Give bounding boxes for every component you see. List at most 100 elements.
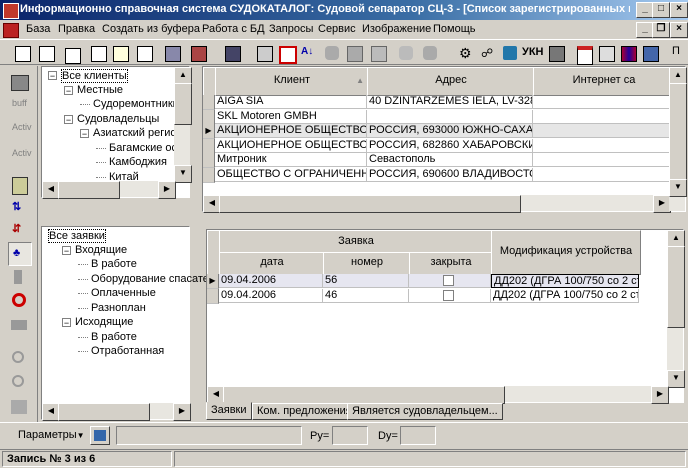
table-view-icon[interactable] <box>596 43 616 63</box>
scroll-right-icon[interactable]: ▶ <box>173 403 191 421</box>
menu-create-from-buffer[interactable]: Создать из буфера <box>102 23 200 35</box>
orders-table-hscroll[interactable]: ◀ ▶ <box>207 386 669 404</box>
view-options-icon[interactable] <box>222 43 242 63</box>
column-header-number[interactable]: номер <box>323 252 411 275</box>
clients-tree-vscroll[interactable]: ▲ ▼ <box>174 67 192 183</box>
mdi-close-button[interactable]: × <box>670 22 688 38</box>
scroll-thumb[interactable] <box>669 83 687 181</box>
scroll-right-icon[interactable]: ▶ <box>158 181 176 199</box>
parameters-button[interactable]: Параметры▼ <box>18 429 85 441</box>
scroll-thumb[interactable] <box>174 83 192 125</box>
column-header-address[interactable]: Адрес <box>367 67 535 96</box>
table-cell[interactable]: 09.04.2006 <box>219 289 323 303</box>
closed-cell[interactable] <box>409 274 491 288</box>
tree-item[interactable]: Разноплан <box>91 302 146 314</box>
clients-tree-hscroll[interactable]: ◀ ▶ <box>42 181 176 199</box>
scroll-thumb[interactable] <box>58 181 120 199</box>
menu-service[interactable]: Сервис <box>318 23 356 35</box>
table-cell[interactable]: ДД202 (ДГРА 100/750 со 2 сте <box>491 289 639 303</box>
closed-cell[interactable] <box>409 289 491 303</box>
tree-item[interactable]: Местные <box>77 84 123 96</box>
orders-table[interactable]: Заявка дата номер закрыта Модификация ус… <box>206 229 685 404</box>
mdi-icon[interactable] <box>3 23 19 38</box>
tree-item[interactable]: Оборудование спасател <box>91 273 215 285</box>
close-button[interactable]: × <box>670 2 688 18</box>
report-icon[interactable] <box>368 43 388 63</box>
orders-tree[interactable]: Все заявки − Входящие В работе Оборудование … <box>41 226 215 421</box>
refresh-icon[interactable] <box>8 290 30 312</box>
table-cell[interactable]: РОССИЯ, 693000 ЮЖНО-САХАЛИН <box>367 124 533 138</box>
table-cell[interactable]: Севастополь <box>367 153 533 167</box>
row-indicator[interactable] <box>203 138 215 154</box>
menu-help[interactable]: Помощь <box>433 23 476 35</box>
parameters-field[interactable] <box>116 426 302 445</box>
ukn-label[interactable]: УКН <box>522 46 544 58</box>
zoom-in-icon[interactable] <box>8 348 30 370</box>
table-cell[interactable]: АКЦИОНЕРНОЕ ОБЩЕСТВО "И <box>215 124 367 138</box>
table-cell[interactable] <box>533 124 673 138</box>
copy-icon[interactable] <box>60 43 81 64</box>
mdi-restore-button[interactable]: ❐ <box>652 22 670 38</box>
table-cell[interactable]: 09.04.2006 <box>219 274 323 288</box>
print-icon[interactable] <box>8 314 30 336</box>
orders-tree-hscroll[interactable]: ◀ ▶ <box>42 403 191 421</box>
scroll-right-icon[interactable]: ▶ <box>651 386 669 404</box>
tree-item[interactable]: Отработанная <box>91 345 164 357</box>
palette-icon[interactable] <box>8 72 30 94</box>
table-cell[interactable] <box>533 167 673 182</box>
database-export-icon[interactable] <box>162 43 182 63</box>
menu-pravka[interactable]: Правка <box>58 23 95 35</box>
buff-label[interactable]: buff <box>12 98 27 108</box>
table-cell[interactable]: 46 <box>323 289 409 303</box>
column-header-client[interactable]: Клиент ▲ <box>215 67 369 96</box>
orders-table-vscroll[interactable]: ▲ ▼ <box>667 230 685 388</box>
tree-expander-icon[interactable]: − <box>62 245 71 255</box>
row-indicator[interactable] <box>207 289 219 304</box>
tree-expander-icon[interactable]: − <box>80 129 89 139</box>
menu-queries[interactable]: Запросы <box>269 23 313 35</box>
tree-item[interactable]: Все заявки <box>48 229 106 243</box>
table-cell[interactable]: 40 DZINTARZEMES IELA, LV-3284 T <box>367 95 533 109</box>
activ-label-1[interactable]: Activ <box>12 122 32 132</box>
scroll-thumb[interactable] <box>667 246 685 328</box>
image-icon[interactable] <box>8 396 30 418</box>
clients-table[interactable]: Клиент ▲ Адрес Интернет са AIGA SIA 40 DZI… <box>202 66 687 213</box>
closed-checkbox[interactable] <box>443 290 454 301</box>
parameters-tools-icon[interactable] <box>90 426 110 445</box>
clients-table-hscroll[interactable]: ◀ ▶ <box>203 195 671 213</box>
index-icon[interactable] <box>640 43 660 63</box>
scroll-down-icon[interactable]: ▼ <box>669 179 687 197</box>
pu-input[interactable] <box>332 426 368 445</box>
column-header-website[interactable]: Интернет са <box>533 67 675 96</box>
tree-item[interactable]: В работе <box>91 331 137 343</box>
pin-icon[interactable] <box>8 266 30 288</box>
toolbar-more-label[interactable]: П <box>672 45 680 57</box>
table-cell[interactable] <box>533 109 673 124</box>
table-cell[interactable] <box>533 138 673 153</box>
table-cell[interactable] <box>367 109 533 124</box>
table-cell[interactable]: 56 <box>323 274 409 288</box>
pointer-icon[interactable] <box>500 43 520 63</box>
scroll-down-icon[interactable]: ▼ <box>174 165 192 183</box>
row-indicator[interactable] <box>203 167 215 183</box>
column-header-closed[interactable]: закрыта <box>409 252 493 275</box>
zoom-out-icon[interactable] <box>8 372 30 394</box>
table-cell[interactable]: РОССИЯ, 682860 ХАБАРОВСКИЙ КІ <box>367 138 533 153</box>
table-cell[interactable]: АКЦИОНЕРНОЕ ОБЩЕСТВО "К <box>215 138 367 153</box>
row-indicator[interactable] <box>203 109 215 125</box>
tree-item[interactable]: Все клиенты <box>61 69 128 83</box>
table-cell[interactable]: ОБЩЕСТВО С ОГРАНИЧЕННОЙ <box>215 167 367 182</box>
table-cell[interactable] <box>533 153 673 167</box>
edit-document-icon[interactable] <box>110 43 130 63</box>
row-indicator[interactable] <box>203 153 215 168</box>
delete-record-icon[interactable] <box>276 43 297 64</box>
abc-search-icon[interactable] <box>396 43 416 63</box>
tree-item[interactable]: Входящие <box>75 244 127 256</box>
du-input[interactable] <box>400 426 436 445</box>
tree-item[interactable]: Судоремонтники <box>93 98 179 110</box>
grid-icon[interactable] <box>254 43 274 63</box>
activ-label-2[interactable]: Activ <box>12 148 32 158</box>
tab-commercial-offers[interactable]: Ком. предложения <box>252 403 357 420</box>
calculator-icon[interactable] <box>344 43 364 63</box>
row-indicator[interactable]: ▶ <box>207 274 219 289</box>
